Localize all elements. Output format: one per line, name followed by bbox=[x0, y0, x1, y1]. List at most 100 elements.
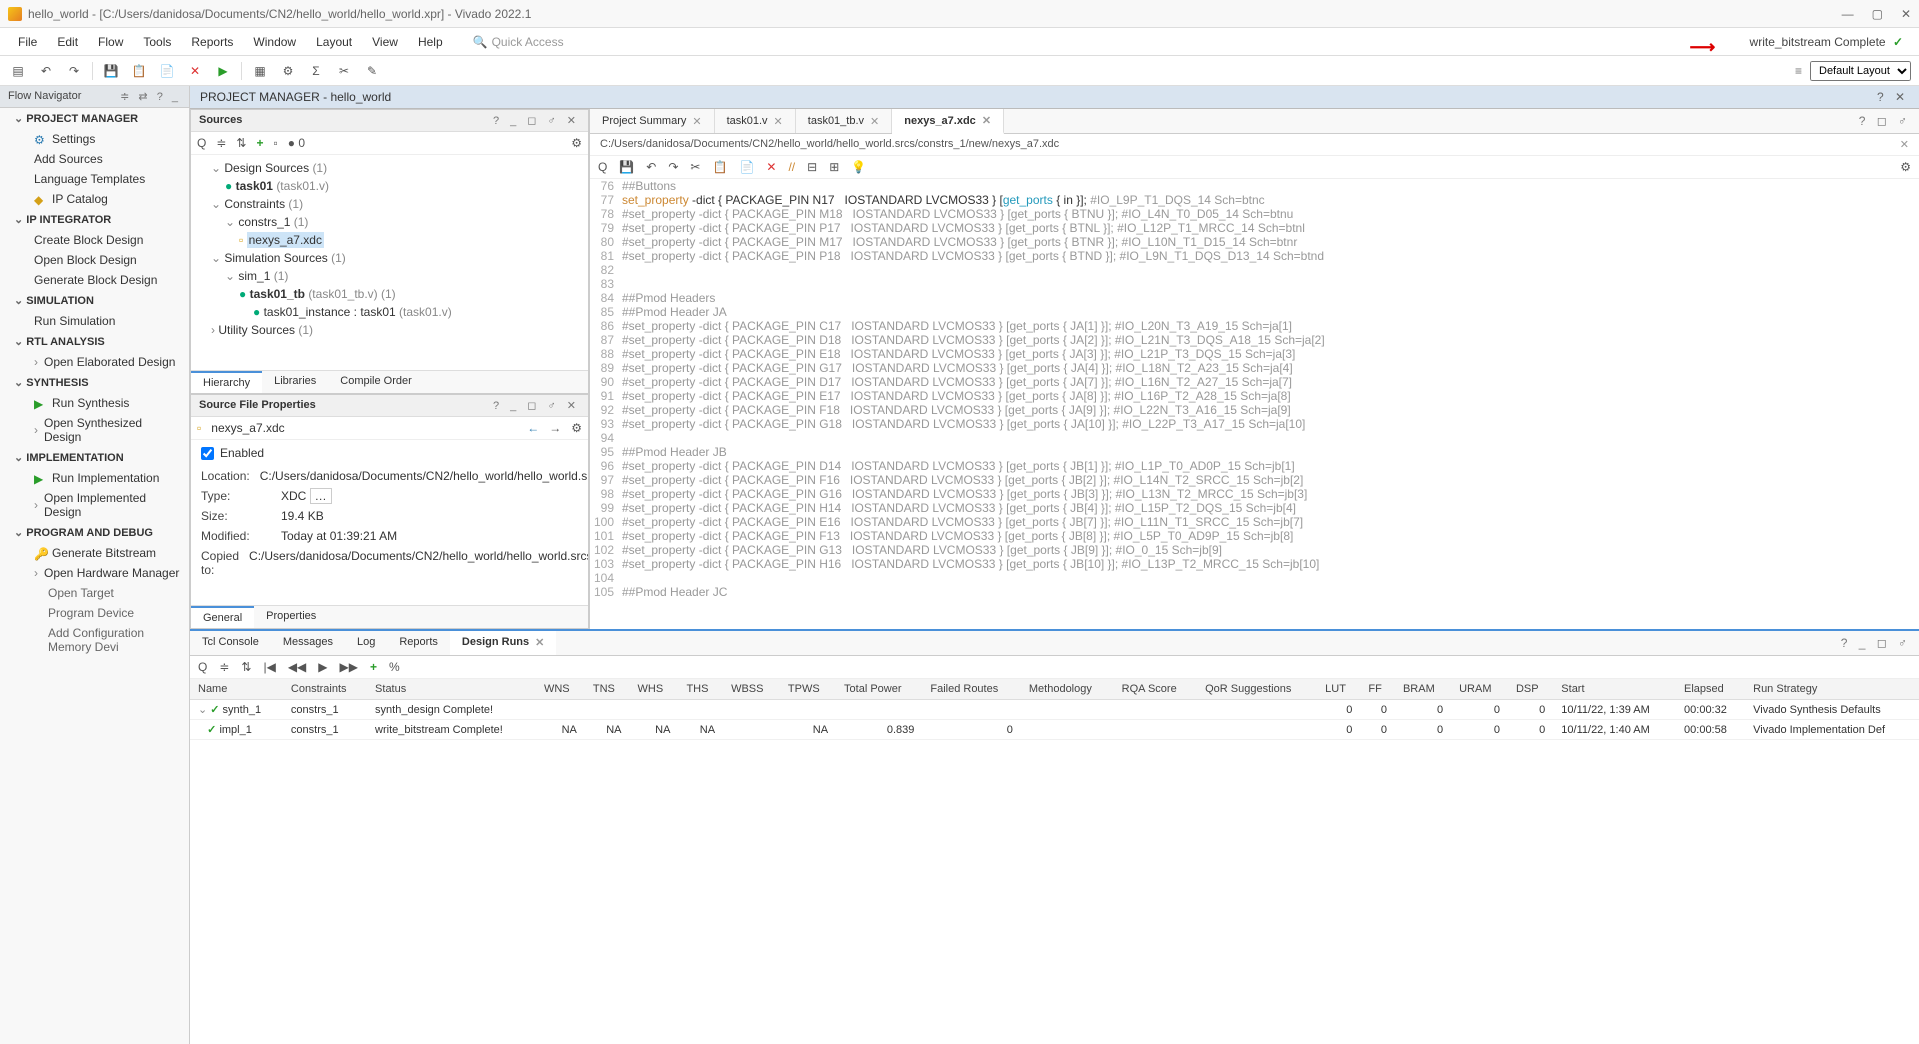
settings-icon[interactable]: ⚙ bbox=[571, 136, 582, 150]
section-rtl-analysis[interactable]: RTL ANALYSIS bbox=[0, 331, 189, 352]
code-line[interactable]: 98#set_property -dict { PACKAGE_PIN G16 … bbox=[590, 487, 1919, 501]
prev-icon[interactable]: ← bbox=[527, 421, 539, 435]
minimize-icon[interactable]: — bbox=[1842, 7, 1854, 21]
redo-icon[interactable]: ↷ bbox=[668, 160, 678, 174]
next-icon[interactable]: → bbox=[549, 421, 561, 435]
menu-view[interactable]: View bbox=[362, 31, 408, 53]
section-program-and-debug[interactable]: PROGRAM AND DEBUG bbox=[0, 522, 189, 543]
editor-close-icon[interactable]: ✕ bbox=[1900, 138, 1909, 151]
tree-node[interactable]: ▫ nexys_a7.xdc bbox=[197, 231, 582, 249]
percent-icon[interactable]: % bbox=[389, 660, 400, 674]
maximize-icon[interactable]: ▢ bbox=[1872, 7, 1883, 21]
pm-header-icons[interactable]: ? ✕ bbox=[1877, 90, 1909, 104]
col-run-strategy[interactable]: Run Strategy bbox=[1745, 679, 1919, 700]
browse-button[interactable]: … bbox=[310, 488, 332, 504]
collapse-icon[interactable]: ≑ bbox=[219, 660, 229, 674]
copy-icon[interactable]: 📋 bbox=[712, 160, 727, 174]
section-simulation[interactable]: SIMULATION bbox=[0, 290, 189, 311]
nav-create-block-design[interactable]: Create Block Design bbox=[0, 230, 189, 250]
expand-icon[interactable]: ⇅ bbox=[236, 136, 246, 150]
code-line[interactable]: 78#set_property -dict { PACKAGE_PIN M18 … bbox=[590, 207, 1919, 221]
file-icon[interactable]: ▫ bbox=[273, 136, 277, 150]
code-line[interactable]: 103#set_property -dict { PACKAGE_PIN H16… bbox=[590, 557, 1919, 571]
editor-tab-project-summary[interactable]: Project Summary✕ bbox=[590, 109, 715, 133]
col-ths[interactable]: THS bbox=[678, 679, 723, 700]
nav-generate-block-design[interactable]: Generate Block Design bbox=[0, 270, 189, 290]
col-whs[interactable]: WHS bbox=[630, 679, 679, 700]
copy-icon[interactable]: 📋 bbox=[129, 61, 149, 81]
save-icon[interactable]: 💾 bbox=[101, 61, 121, 81]
col-lut[interactable]: LUT bbox=[1317, 679, 1360, 700]
tree-node[interactable]: Utility Sources (1) bbox=[197, 321, 582, 339]
tree-node[interactable]: Design Sources (1) bbox=[197, 159, 582, 177]
code-line[interactable]: 84##Pmod Headers bbox=[590, 291, 1919, 305]
col-ff[interactable]: FF bbox=[1360, 679, 1395, 700]
tab-compile order[interactable]: Compile Order bbox=[328, 371, 424, 393]
enabled-checkbox[interactable] bbox=[201, 447, 214, 460]
search-icon[interactable]: Q bbox=[197, 136, 206, 150]
code-line[interactable]: 104 bbox=[590, 571, 1919, 585]
code-line[interactable]: 92#set_property -dict { PACKAGE_PIN F18 … bbox=[590, 403, 1919, 417]
bulb-icon[interactable]: 💡 bbox=[851, 160, 866, 174]
col-dsp[interactable]: DSP bbox=[1508, 679, 1553, 700]
save-icon[interactable]: 💾 bbox=[619, 160, 634, 174]
add-icon[interactable]: + bbox=[370, 660, 377, 674]
nav-open-target[interactable]: Open Target bbox=[0, 583, 189, 603]
col-start[interactable]: Start bbox=[1553, 679, 1676, 700]
editor-tab-nexys-a7-xdc[interactable]: nexys_a7.xdc✕ bbox=[892, 109, 1004, 134]
tab-close-icon[interactable]: ✕ bbox=[535, 636, 544, 650]
code-line[interactable]: 89#set_property -dict { PACKAGE_PIN G17 … bbox=[590, 361, 1919, 375]
flownav-header-icons[interactable]: ≑ ⇄ ? _ bbox=[120, 90, 181, 103]
tree-node[interactable]: ● task01 (task01.v) bbox=[197, 177, 582, 195]
code-line[interactable]: 85##Pmod Header JA bbox=[590, 305, 1919, 319]
section-project-manager[interactable]: PROJECT MANAGER bbox=[0, 108, 189, 129]
props-panel-icons[interactable]: ? _ ◻ ♂ ✕ bbox=[493, 399, 580, 412]
nav-run-simulation[interactable]: Run Simulation bbox=[0, 311, 189, 331]
cancel-icon[interactable]: ✕ bbox=[185, 61, 205, 81]
layout-select[interactable]: Default Layout bbox=[1810, 61, 1911, 81]
code-editor[interactable]: 76##Buttons77set_property -dict { PACKAG… bbox=[590, 179, 1919, 629]
settings-icon[interactable]: ⚙ bbox=[571, 421, 582, 435]
settings-icon[interactable]: ⚙ bbox=[278, 61, 298, 81]
editor-tab-task01-tb-v[interactable]: task01_tb.v✕ bbox=[796, 109, 892, 133]
col-tpws[interactable]: TPWS bbox=[780, 679, 836, 700]
editor-tab-task01-v[interactable]: task01.v✕ bbox=[715, 109, 796, 133]
cut-icon[interactable]: ✂ bbox=[334, 61, 354, 81]
tab-close-icon[interactable]: ✕ bbox=[870, 115, 879, 128]
section-synthesis[interactable]: SYNTHESIS bbox=[0, 372, 189, 393]
code-line[interactable]: 87#set_property -dict { PACKAGE_PIN D18 … bbox=[590, 333, 1919, 347]
bottom-tab-reports[interactable]: Reports bbox=[387, 631, 450, 655]
nav-generate-bitstream[interactable]: 🔑Generate Bitstream bbox=[0, 543, 189, 563]
tree-node[interactable]: sim_1 (1) bbox=[197, 267, 582, 285]
undo-icon[interactable]: ↶ bbox=[646, 160, 656, 174]
menu-help[interactable]: Help bbox=[408, 31, 453, 53]
chip-icon[interactable]: ▦ bbox=[250, 61, 270, 81]
cut-icon[interactable]: ✂ bbox=[690, 160, 700, 174]
tab-close-icon[interactable]: ✕ bbox=[774, 115, 783, 128]
add-icon[interactable]: + bbox=[256, 136, 263, 150]
code-line[interactable]: 95##Pmod Header JB bbox=[590, 445, 1919, 459]
bottom-tab-messages[interactable]: Messages bbox=[271, 631, 345, 655]
code-line[interactable]: 97#set_property -dict { PACKAGE_PIN F16 … bbox=[590, 473, 1919, 487]
code-line[interactable]: 76##Buttons bbox=[590, 179, 1919, 193]
code-line[interactable]: 86#set_property -dict { PACKAGE_PIN C17 … bbox=[590, 319, 1919, 333]
tree-node[interactable]: Simulation Sources (1) bbox=[197, 249, 582, 267]
tree-node[interactable]: Constraints (1) bbox=[197, 195, 582, 213]
menu-edit[interactable]: Edit bbox=[47, 31, 88, 53]
code-line[interactable]: 82 bbox=[590, 263, 1919, 277]
col-elapsed[interactable]: Elapsed bbox=[1676, 679, 1745, 700]
col-qor-suggestions[interactable]: QoR Suggestions bbox=[1197, 679, 1317, 700]
indent-icon[interactable]: ⊟ bbox=[807, 160, 817, 174]
col-total-power[interactable]: Total Power bbox=[836, 679, 922, 700]
menu-reports[interactable]: Reports bbox=[181, 31, 243, 53]
quick-access-search[interactable]: 🔍 Quick Access bbox=[473, 35, 564, 49]
tree-node[interactable]: ● task01_instance : task01 (task01.v) bbox=[197, 303, 582, 321]
forward-icon[interactable]: ↷ bbox=[64, 61, 84, 81]
sigma-icon[interactable]: Σ bbox=[306, 61, 326, 81]
prev-icon[interactable]: ◀◀ bbox=[288, 660, 306, 674]
nav-run-synthesis[interactable]: ▶Run Synthesis bbox=[0, 393, 189, 413]
section-ip-integrator[interactable]: IP INTEGRATOR bbox=[0, 209, 189, 230]
code-line[interactable]: 101#set_property -dict { PACKAGE_PIN F13… bbox=[590, 529, 1919, 543]
collapse-icon[interactable]: ≑ bbox=[216, 136, 226, 150]
code-line[interactable]: 102#set_property -dict { PACKAGE_PIN G13… bbox=[590, 543, 1919, 557]
